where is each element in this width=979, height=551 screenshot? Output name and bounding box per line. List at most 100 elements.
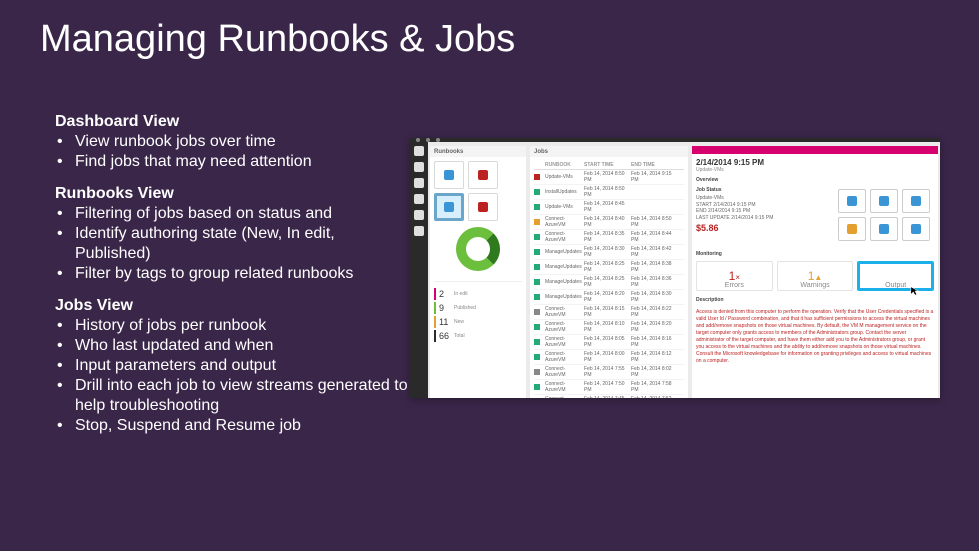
- table-row[interactable]: Connect-AzureVMFeb 14, 2014 8:40 PMFeb 1…: [534, 215, 684, 230]
- cell-end: Feb 14, 2014 8:44 PM: [631, 231, 675, 243]
- tile-icon: [444, 202, 454, 212]
- runbook-status-list: 2In edit9Published11New66Total: [434, 281, 522, 342]
- portal-screenshot: + Runbooks 2In edit9Published11New66Tota…: [410, 138, 940, 398]
- nav-icon[interactable]: [414, 226, 424, 236]
- bullet-item: Filter by tags to group related runbooks: [55, 264, 410, 284]
- detail-tile[interactable]: [902, 217, 930, 241]
- bullet-item: Identify authoring state (New, In edit, …: [55, 224, 410, 264]
- metric-label: Warnings: [800, 282, 829, 289]
- table-row[interactable]: Connect-AzureVMFeb 14, 2014 8:00 PMFeb 1…: [534, 350, 684, 365]
- detail-tile[interactable]: [838, 189, 866, 213]
- cell-start: Feb 14, 2014 8:45 PM: [584, 201, 628, 213]
- cell-runbook: InstallUpdates: [545, 189, 581, 195]
- bullet-item: History of jobs per runbook: [55, 316, 410, 336]
- status-line: LAST UPDATE 2/14/2014 9:15 PM: [696, 215, 832, 222]
- table-row[interactable]: Update-VMsFeb 14, 2014 8:45 PM: [534, 200, 684, 215]
- metric-card[interactable]: 1▲Warnings: [777, 261, 854, 291]
- cell-start: Feb 14, 2014 8:35 PM: [584, 231, 628, 243]
- table-row[interactable]: ManageUpdatesFeb 14, 2014 8:25 PMFeb 14,…: [534, 260, 684, 275]
- job-detail-panel: 2/14/2014 9:15 PM Update-VMs Overview Jo…: [692, 146, 938, 398]
- tile-icon: [478, 202, 488, 212]
- runbook-tile[interactable]: [434, 193, 464, 221]
- cell-end: Feb 14, 2014 9:15 PM: [631, 171, 675, 183]
- status-bar-icon: [434, 316, 436, 328]
- cell-start: Feb 14, 2014 8:25 PM: [584, 261, 628, 273]
- status-icon: [534, 234, 540, 240]
- bullet-item: Who last updated and when: [55, 336, 410, 356]
- cell-start: Feb 14, 2014 8:15 PM: [584, 306, 628, 318]
- table-row[interactable]: Connect-AzureVMFeb 14, 2014 7:55 PMFeb 1…: [534, 365, 684, 380]
- detail-tile[interactable]: [870, 189, 898, 213]
- metric-label: Output: [885, 282, 906, 289]
- table-row[interactable]: ManageUpdatesFeb 14, 2014 8:25 PMFeb 14,…: [534, 275, 684, 290]
- cell-runbook: Connect-AzureVM: [545, 351, 581, 363]
- panel-title: Jobs: [530, 146, 688, 157]
- table-row[interactable]: Connect-AzureVMFeb 14, 2014 8:05 PMFeb 1…: [534, 335, 684, 350]
- table-row[interactable]: ManageUpdatesFeb 14, 2014 8:30 PMFeb 14,…: [534, 245, 684, 260]
- tile-icon: [911, 196, 921, 206]
- status-bar-icon: [434, 288, 436, 300]
- description-label: Description: [696, 297, 724, 303]
- detail-tile[interactable]: [870, 217, 898, 241]
- cell-start: Feb 14, 2014 8:05 PM: [584, 336, 628, 348]
- status-icon: [534, 249, 540, 255]
- section-runbooks: Runbooks View Filtering of jobs based on…: [55, 184, 410, 284]
- status-label: New: [454, 319, 464, 325]
- cell-runbook: Update-VMs: [545, 204, 581, 210]
- donut-chart-icon: [456, 227, 500, 271]
- cell-start: Feb 14, 2014 8:00 PM: [584, 351, 628, 363]
- metric-card[interactable]: Output: [857, 261, 934, 291]
- tile-icon: [879, 196, 889, 206]
- runbook-tile[interactable]: [468, 193, 498, 221]
- table-row[interactable]: Connect-AzureVMFeb 14, 2014 7:50 PMFeb 1…: [534, 380, 684, 395]
- table-row[interactable]: Connect-AzureVMFeb 14, 2014 8:15 PMFeb 1…: [534, 305, 684, 320]
- nav-icon[interactable]: [414, 178, 424, 188]
- table-row[interactable]: Connect-AzureVMFeb 14, 2014 7:45 PMFeb 1…: [534, 395, 684, 398]
- status-icon: [534, 369, 540, 375]
- job-status-lines: Update-VMsSTART 2/14/2014 9:15 PMEND 2/1…: [696, 195, 832, 221]
- table-row[interactable]: Update-VMsFeb 14, 2014 8:50 PMFeb 14, 20…: [534, 170, 684, 185]
- runbook-tile[interactable]: [468, 161, 498, 189]
- tile-icon: [879, 224, 889, 234]
- cell-runbook: Connect-AzureVM: [545, 231, 581, 243]
- metric-cards: 1×Errors1▲Warnings Output: [696, 261, 934, 291]
- table-row[interactable]: ManageUpdatesFeb 14, 2014 8:20 PMFeb 14,…: [534, 290, 684, 305]
- cell-end: Feb 14, 2014 8:38 PM: [631, 261, 675, 273]
- bullet-list: Filtering of jobs based on status and Id…: [55, 204, 410, 284]
- status-icon: [534, 219, 540, 225]
- metric-card[interactable]: 1×Errors: [696, 261, 773, 291]
- cell-start: Feb 14, 2014 8:10 PM: [584, 321, 628, 333]
- table-row[interactable]: InstallUpdatesFeb 14, 2014 8:50 PM: [534, 185, 684, 200]
- nav-icon[interactable]: [414, 210, 424, 220]
- status-icon: [534, 204, 540, 210]
- cell-runbook: Update-VMs: [545, 174, 581, 180]
- detail-tile[interactable]: [902, 189, 930, 213]
- cell-end: Feb 14, 2014 8:36 PM: [631, 276, 675, 288]
- section-jobs: Jobs View History of jobs per runbook Wh…: [55, 296, 410, 436]
- nav-icon[interactable]: [414, 146, 424, 156]
- detail-tile[interactable]: [838, 217, 866, 241]
- table-row[interactable]: Connect-AzureVMFeb 14, 2014 8:10 PMFeb 1…: [534, 320, 684, 335]
- nav-icon[interactable]: [414, 194, 424, 204]
- cell-end: Feb 14, 2014 8:02 PM: [631, 366, 675, 378]
- bullet-item: View runbook jobs over time: [55, 132, 410, 152]
- nav-icon[interactable]: [414, 162, 424, 172]
- status-count: 66: [439, 331, 451, 341]
- section-heading: Jobs View: [55, 296, 410, 316]
- section-heading: Dashboard View: [55, 112, 410, 132]
- bullet-item: Drill into each job to view streams gene…: [55, 376, 410, 416]
- status-icon: [534, 189, 540, 195]
- detail-timestamp: 2/14/2014 9:15 PM: [696, 158, 934, 167]
- metric-label: Errors: [725, 282, 744, 289]
- table-header-row: RUNBOOKSTART TIMEEND TIME: [534, 161, 684, 170]
- jobs-table: RUNBOOKSTART TIMEEND TIMEUpdate-VMsFeb 1…: [534, 161, 684, 398]
- cell-start: Feb 14, 2014 8:50 PM: [584, 186, 628, 198]
- status-bar-icon: [434, 330, 436, 342]
- cell-runbook: Connect-AzureVM: [545, 381, 581, 393]
- portal-nav-rail: +: [410, 142, 428, 398]
- table-row[interactable]: Connect-AzureVMFeb 14, 2014 8:35 PMFeb 1…: [534, 230, 684, 245]
- runbook-tile[interactable]: [434, 161, 464, 189]
- cell-end: Feb 14, 2014 8:16 PM: [631, 336, 675, 348]
- status-label: In edit: [454, 291, 468, 297]
- tile-icon: [847, 224, 857, 234]
